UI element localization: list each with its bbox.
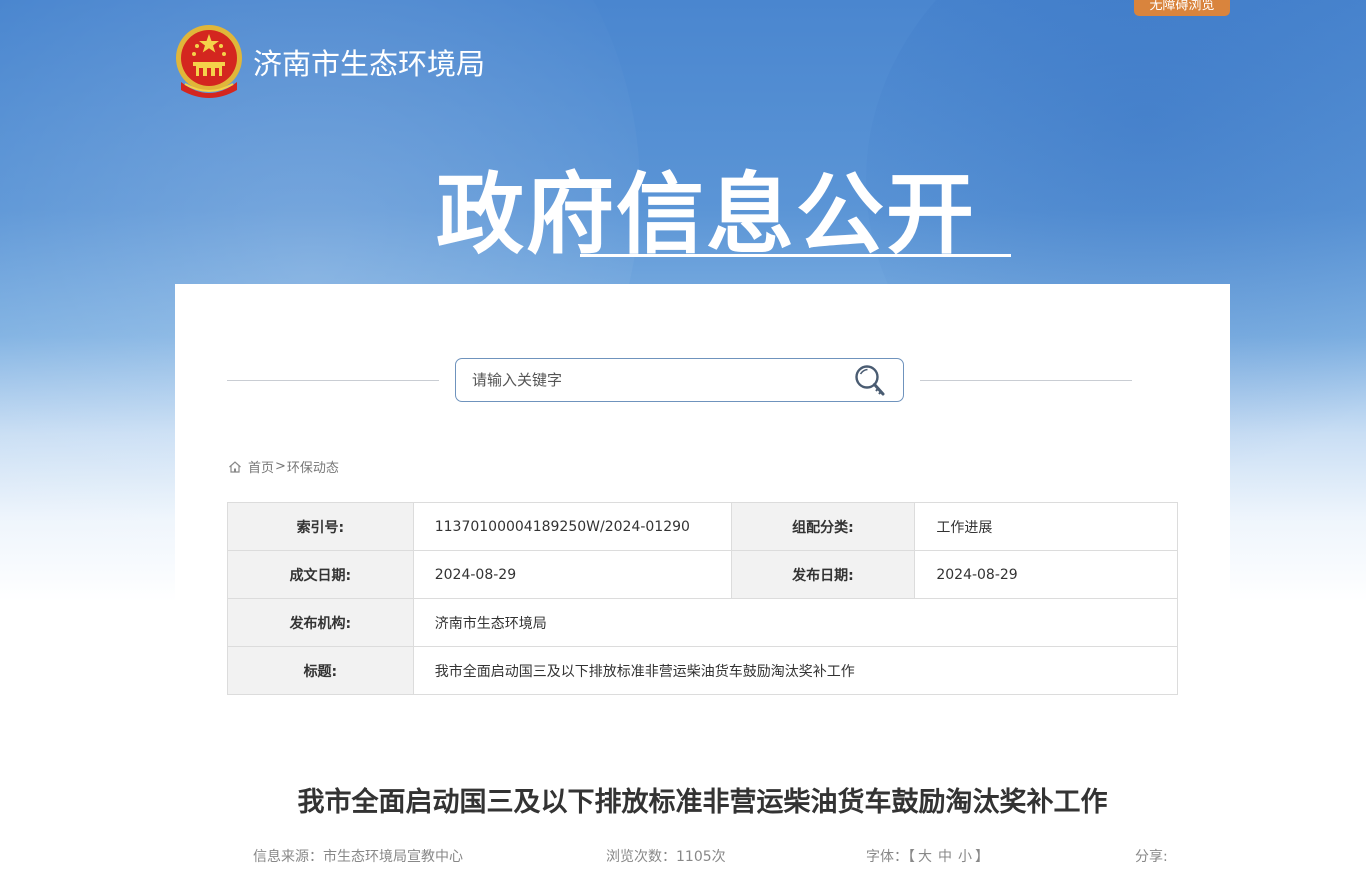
source-label: 信息来源： bbox=[253, 849, 323, 865]
table-row: 索引号: 11370100004189250W/2024-01290 组配分类:… bbox=[227, 502, 1178, 551]
font-small-button[interactable]: 小 bbox=[958, 849, 972, 865]
title-label: 标题: bbox=[227, 646, 414, 695]
category-label: 组配分类: bbox=[730, 502, 916, 551]
breadcrumb-separator: > bbox=[275, 459, 286, 474]
views-value: 1105次 bbox=[676, 849, 726, 865]
article-title: 我市全面启动国三及以下排放标准非营运柴油货车鼓励淘汰奖补工作 bbox=[297, 787, 1108, 818]
font-bracket-close: 】 bbox=[975, 849, 989, 865]
table-row: 标题: 我市全面启动国三及以下排放标准非营运柴油货车鼓励淘汰奖补工作 bbox=[227, 646, 1179, 695]
publisher-value: 济南市生态环境局 bbox=[412, 598, 1179, 647]
breadcrumb-home-link[interactable]: 首页 bbox=[248, 457, 274, 476]
share-label: 分享: bbox=[1135, 849, 1168, 865]
views-label: 浏览次数： bbox=[606, 849, 676, 865]
index-number-label: 索引号: bbox=[227, 502, 414, 551]
section-title: 政府信息公开 bbox=[436, 163, 977, 266]
table-row: 成文日期: 2024-08-29 发布日期: 2024-08-29 bbox=[227, 550, 1178, 599]
home-icon bbox=[229, 460, 241, 473]
font-size-label: 字体： bbox=[866, 849, 908, 865]
table-row: 发布机构: 济南市生态环境局 bbox=[227, 598, 1179, 647]
divider bbox=[227, 380, 439, 381]
info-views: 浏览次数：1105次 bbox=[606, 846, 726, 866]
font-large-button[interactable]: 大 bbox=[918, 849, 932, 865]
font-medium-button[interactable]: 中 bbox=[938, 849, 952, 865]
title-underline bbox=[580, 254, 1011, 257]
divider bbox=[920, 380, 1132, 381]
accessibility-button[interactable]: 无障碍浏览 bbox=[1134, 0, 1230, 16]
site-title[interactable]: 济南市生态环境局 bbox=[253, 41, 485, 83]
search-icon[interactable] bbox=[852, 363, 888, 399]
title-value: 我市全面启动国三及以下排放标准非营运柴油货车鼓励淘汰奖补工作 bbox=[412, 646, 1179, 695]
font-bracket-open: 【 bbox=[908, 849, 915, 865]
source-value: 市生态环境局宣教中心 bbox=[323, 849, 463, 865]
publish-date-label: 发布日期: bbox=[730, 550, 916, 599]
category-value: 工作进展 bbox=[914, 502, 1178, 551]
info-source: 信息来源：市生态环境局宣教中心 bbox=[253, 846, 463, 866]
breadcrumb-current-link[interactable]: 环保动态 bbox=[287, 457, 339, 476]
national-emblem-logo[interactable] bbox=[173, 24, 245, 100]
index-number-value: 11370100004189250W/2024-01290 bbox=[412, 502, 732, 551]
written-date-label: 成文日期: bbox=[227, 550, 414, 599]
search-box bbox=[455, 358, 904, 402]
publish-date-value: 2024-08-29 bbox=[914, 550, 1178, 599]
search-input[interactable] bbox=[472, 369, 832, 391]
metadata-table: 索引号: 11370100004189250W/2024-01290 组配分类:… bbox=[227, 502, 1179, 695]
written-date-value: 2024-08-29 bbox=[412, 550, 732, 599]
publisher-label: 发布机构: bbox=[227, 598, 414, 647]
breadcrumb: 首页 > 环保动态 bbox=[228, 457, 339, 476]
font-size-control: 字体：【大中小】 bbox=[866, 846, 989, 866]
